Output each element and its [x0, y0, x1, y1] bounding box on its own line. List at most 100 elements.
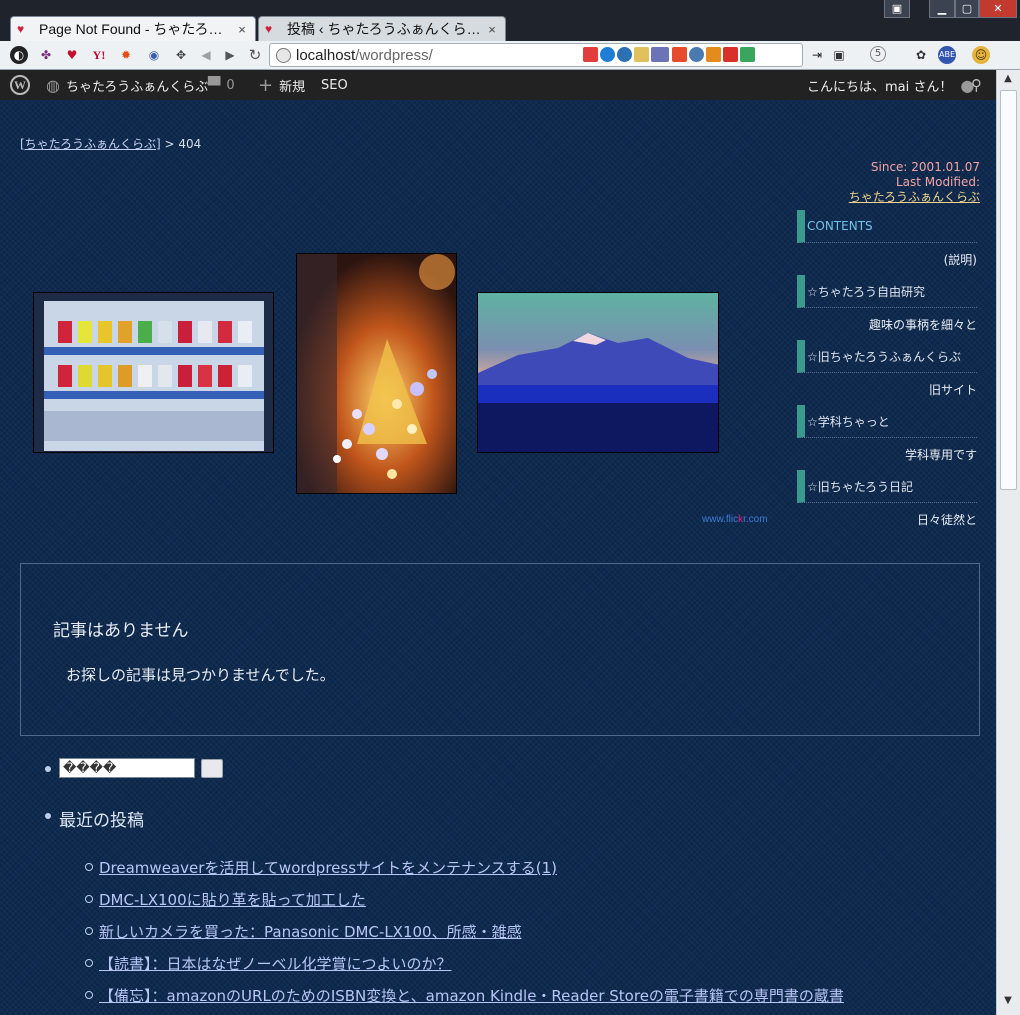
reload-icon[interactable]: ↻ — [246, 46, 264, 64]
flickr-text-end: r.com — [743, 514, 768, 525]
menu-item-chat[interactable]: ☆学科ちゃっと — [797, 405, 977, 438]
move-icon[interactable]: ✥ — [172, 46, 190, 64]
app-menu-icon[interactable]: ◐ — [10, 46, 28, 64]
tab-page-not-found[interactable]: ♥ Page Not Found - ちゃたろ… × — [10, 16, 256, 41]
last-modified-text: Last Modified: — [895, 175, 980, 189]
forward-arrow-icon[interactable]: ▶ — [221, 46, 239, 64]
comments-link[interactable]: ▀ 0 — [208, 70, 235, 100]
circle-bullet-icon — [85, 863, 93, 871]
menu-heading-contents: CONTENTS — [797, 210, 977, 243]
tab-close-icon[interactable]: × — [485, 22, 499, 37]
ext-wordpress-icon[interactable] — [689, 47, 704, 62]
camera-icon[interactable]: ▣ — [830, 46, 848, 64]
tab-close-icon[interactable]: × — [235, 22, 249, 37]
flickr-text: www.flic — [702, 514, 739, 525]
breadcrumb-separator: > — [160, 137, 179, 151]
menu-desc: 旧サイト — [928, 382, 977, 397]
new-label: 新規 — [279, 79, 306, 95]
menu-desc: 学科専用です — [904, 447, 977, 462]
search-button[interactable] — [201, 759, 223, 778]
window-menu-button[interactable]: ▣ — [884, 0, 910, 18]
christmas-tree-photo[interactable] — [296, 253, 457, 494]
back-arrow-icon[interactable]: ◀ — [197, 46, 215, 64]
wp-admin-bar: W ◍ ちゃたろうふぁんくらぶ ▀ 0 + 新規 SEO こんにちは、mai さ… — [0, 70, 996, 100]
greeting-label: こんにちは、mai さん！ — [807, 79, 953, 95]
site-name-link[interactable]: ◍ ちゃたろうふぁんくらぶ — [46, 70, 208, 100]
vending-machine-image — [34, 293, 273, 452]
vending-machine-photo[interactable] — [33, 292, 274, 453]
mountain-image — [478, 293, 718, 452]
wordpress-logo-icon[interactable]: W — [10, 70, 30, 100]
comment-bubble-icon: ▀ — [208, 75, 221, 95]
mountain-photo[interactable] — [477, 292, 719, 453]
recent-post-link[interactable]: 新しいカメラを買った：Panasonic DMC-LX100、所感・雑感 — [99, 921, 522, 942]
info-icon[interactable]: ◉ — [145, 46, 163, 64]
url-path: /wordpress/ — [355, 47, 433, 64]
scroll-up-icon[interactable]: ▲ — [1001, 73, 1015, 87]
circle-bullet-icon — [85, 927, 93, 935]
seo-link[interactable]: SEO — [321, 70, 348, 100]
navigation-toolbar: ◐ ✤ ♥ Y! ✹ ◉ ✥ ◀ ▶ ↻ localhost/wordpress… — [0, 41, 1020, 70]
my-account-link[interactable]: こんにちは、mai さん！ ● — [807, 70, 980, 100]
scroll-down-icon[interactable]: ▼ — [1001, 995, 1015, 1009]
new-content-link[interactable]: + 新規 — [258, 70, 305, 100]
favicon-icon: ♥ — [265, 22, 273, 36]
browser-chrome: ♥ Page Not Found - ちゃたろ… × ♥ 投稿 ‹ ちゃたろうふ… — [0, 0, 1020, 70]
ext-windows-icon[interactable] — [672, 47, 687, 62]
bullet-icon — [45, 813, 51, 819]
sync-icon[interactable]: ✿ — [912, 46, 930, 64]
ext-chart-icon[interactable] — [706, 47, 721, 62]
flickr-link[interactable]: www.flickr.com — [702, 514, 768, 525]
vertical-scrollbar[interactable]: ▲ ▼ — [996, 70, 1020, 1015]
tab-title: 投稿 ‹ ちゃたろうふぁんくら… — [287, 21, 481, 37]
not-found-message: お探しの記事は見つかりませんでした。 — [66, 666, 335, 684]
gear-red-icon[interactable]: ✹ — [117, 46, 135, 64]
recent-post-link[interactable]: Dreamweaverを活用してwordpressサイトをメンテナンスする(1) — [99, 857, 557, 878]
pin-icon[interactable]: ⇥ — [808, 46, 826, 64]
recent-post-link[interactable]: 【備忘】：amazonのURLのためのISBN変換と、amazon Kindle… — [99, 985, 844, 1006]
globe-icon — [276, 48, 291, 63]
site-info: Since: 2001.01.07 Last Modified: ちゃたろうふぁ… — [849, 160, 980, 205]
recent-post-link[interactable]: DMC-LX100に貼り革を貼って加工した — [99, 889, 366, 910]
close-window-button[interactable]: ✕ — [979, 0, 1017, 18]
circle-bullet-icon — [85, 959, 93, 967]
search-input[interactable] — [59, 758, 195, 778]
not-found-box: 記事はありません お探しの記事は見つかりませんでした。 — [20, 563, 980, 736]
menu-desc: 趣味の事柄を細々と — [868, 317, 977, 332]
ext-php-icon[interactable] — [651, 47, 669, 62]
minimize-button[interactable]: ▁ — [929, 0, 955, 18]
menu-item-research[interactable]: ☆ちゃたろう自由研究 — [797, 275, 977, 308]
site-name-label: ちゃたろうふぁんくらぶ — [65, 79, 209, 95]
search-icon[interactable]: ⚲ — [971, 70, 988, 100]
christmas-tree-image — [297, 254, 456, 493]
ext-power-icon[interactable] — [600, 47, 615, 62]
ext-p-icon[interactable] — [723, 47, 738, 62]
breadcrumb-current: 404 — [178, 137, 202, 151]
ext-wave-icon[interactable] — [617, 47, 632, 62]
circle-bullet-icon — [85, 991, 93, 999]
menu-item-old-fanclub[interactable]: ☆旧ちゃたろうふぁんくらぶ — [797, 340, 977, 373]
abp-icon[interactable]: ABE — [938, 46, 956, 64]
counter-icon[interactable]: 5 — [870, 46, 886, 62]
page-body: [ちゃたろうふぁんくらぶ] > 404 Since: 2001.01.07 La… — [0, 100, 996, 1015]
tab-title: Page Not Found - ちゃたろ… — [39, 21, 223, 37]
heart-icon[interactable]: ♥ — [63, 46, 81, 64]
recent-post-link[interactable]: 【読書】：日本はなぜノーベル化学賞につよいのか？ — [99, 953, 452, 974]
breadcrumb-home-link[interactable]: [ちゃたろうふぁんくらぶ] — [20, 137, 161, 151]
tab-posts[interactable]: ♥ 投稿 ‹ ちゃたろうふぁんくら… × — [258, 16, 506, 41]
circle-bullet-icon — [85, 895, 93, 903]
maximize-button[interactable]: ▢ — [955, 0, 979, 18]
plus-icon: + — [258, 74, 274, 96]
scroll-thumb[interactable] — [1000, 90, 1017, 490]
recent-posts-title: 最近の投稿 — [59, 811, 144, 831]
site-home-link[interactable]: ちゃたろうふぁんくらぶ — [849, 190, 980, 204]
menu-item-old-diary[interactable]: ☆旧ちゃたろう日記 — [797, 470, 977, 503]
ext-lock-icon[interactable] — [634, 47, 649, 62]
favicon-icon: ♥ — [17, 22, 25, 36]
ext-puzzle-icon[interactable] — [740, 47, 755, 62]
yahoo-icon[interactable]: Y! — [90, 46, 108, 64]
ext-f-icon[interactable] — [583, 47, 598, 62]
dashboard-icon: ◍ — [46, 75, 60, 95]
smiley-icon[interactable]: ☺ — [972, 46, 990, 64]
addon-icon[interactable]: ✤ — [37, 46, 55, 64]
